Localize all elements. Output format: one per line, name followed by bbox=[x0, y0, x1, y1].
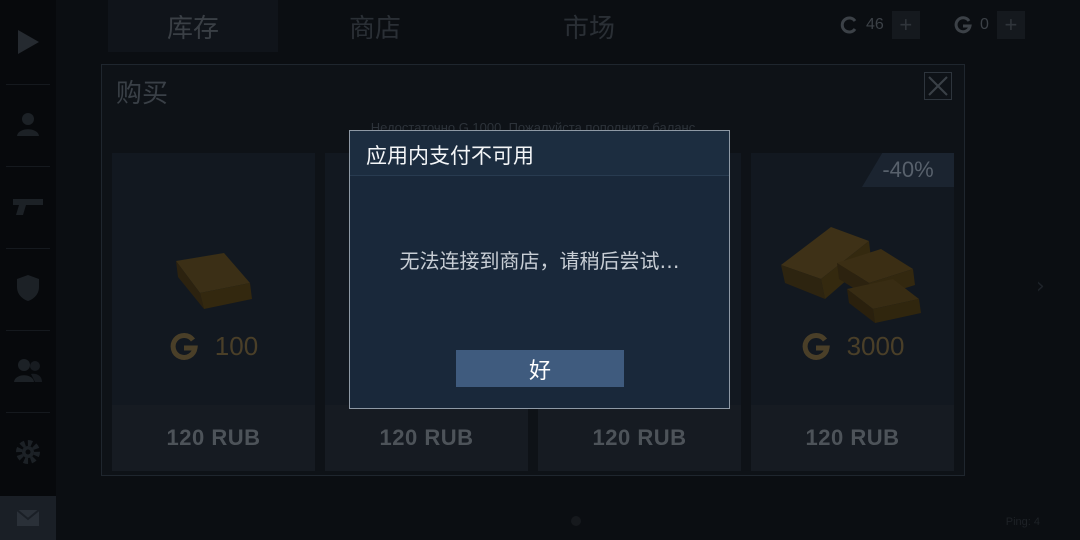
gold-bars-stack-icon bbox=[781, 227, 921, 323]
tab-store[interactable]: 商店 bbox=[290, 0, 460, 52]
close-button[interactable] bbox=[924, 72, 952, 100]
gold-amount: 3000 bbox=[751, 331, 954, 362]
g-coin-icon bbox=[954, 16, 972, 34]
gun-icon[interactable] bbox=[0, 176, 56, 236]
close-icon bbox=[928, 76, 948, 96]
payment-unavailable-dialog: 应用内支付不可用 无法连接到商店，请稍后尝试… 好 bbox=[349, 130, 730, 409]
gold-amount-value: 3000 bbox=[846, 331, 905, 361]
purchase-title: 购买 bbox=[116, 79, 169, 109]
g-coin-icon bbox=[170, 332, 198, 360]
dialog-header: 应用内支付不可用 bbox=[350, 131, 729, 176]
price-button[interactable]: 120 RUB bbox=[325, 405, 528, 471]
gold-bar-icon bbox=[176, 253, 252, 309]
gold-pack-card[interactable]: 100 120 RUB bbox=[112, 153, 315, 471]
next-page-arrow-icon[interactable]: › bbox=[1036, 274, 1045, 299]
mail-icon[interactable] bbox=[0, 496, 56, 540]
gold-pack-card[interactable]: -40% 3000 120 RUB bbox=[751, 153, 954, 471]
shield-icon[interactable] bbox=[0, 258, 56, 318]
tab-inventory[interactable]: 库存 bbox=[108, 0, 278, 52]
dialog-title: 应用内支付不可用 bbox=[366, 144, 534, 168]
friends-icon[interactable] bbox=[0, 340, 56, 400]
gear-icon[interactable] bbox=[0, 422, 56, 482]
play-icon[interactable] bbox=[0, 12, 56, 72]
bottom-status-text: Ping: 4 bbox=[1005, 516, 1040, 528]
price-button[interactable]: 120 RUB bbox=[538, 405, 741, 471]
price-button[interactable]: 120 RUB bbox=[112, 405, 315, 471]
profile-icon[interactable] bbox=[0, 94, 56, 154]
ok-button[interactable]: 好 bbox=[456, 350, 624, 387]
dialog-message: 无法连接到商店，请稍后尝试… bbox=[399, 249, 680, 273]
price-button[interactable]: 120 RUB bbox=[751, 405, 954, 471]
g-currency: 0 + bbox=[954, 10, 1025, 40]
add-c-button[interactable]: + bbox=[891, 11, 920, 39]
page-indicator bbox=[571, 516, 581, 526]
add-g-button[interactable]: + bbox=[996, 11, 1025, 39]
gold-amount-value: 100 bbox=[214, 331, 259, 361]
tab-market[interactable]: 市场 bbox=[504, 0, 674, 52]
sidebar bbox=[0, 0, 56, 540]
gold-amount: 100 bbox=[112, 331, 315, 362]
c-coin-icon bbox=[840, 16, 857, 34]
top-bar: 库存 商店 市场 46 + 0 + bbox=[56, 0, 1080, 52]
c-currency: 46 + bbox=[840, 10, 920, 40]
c-currency-value: 46 bbox=[866, 16, 884, 33]
g-currency-value: 0 bbox=[980, 16, 989, 33]
g-coin-icon bbox=[802, 332, 830, 360]
